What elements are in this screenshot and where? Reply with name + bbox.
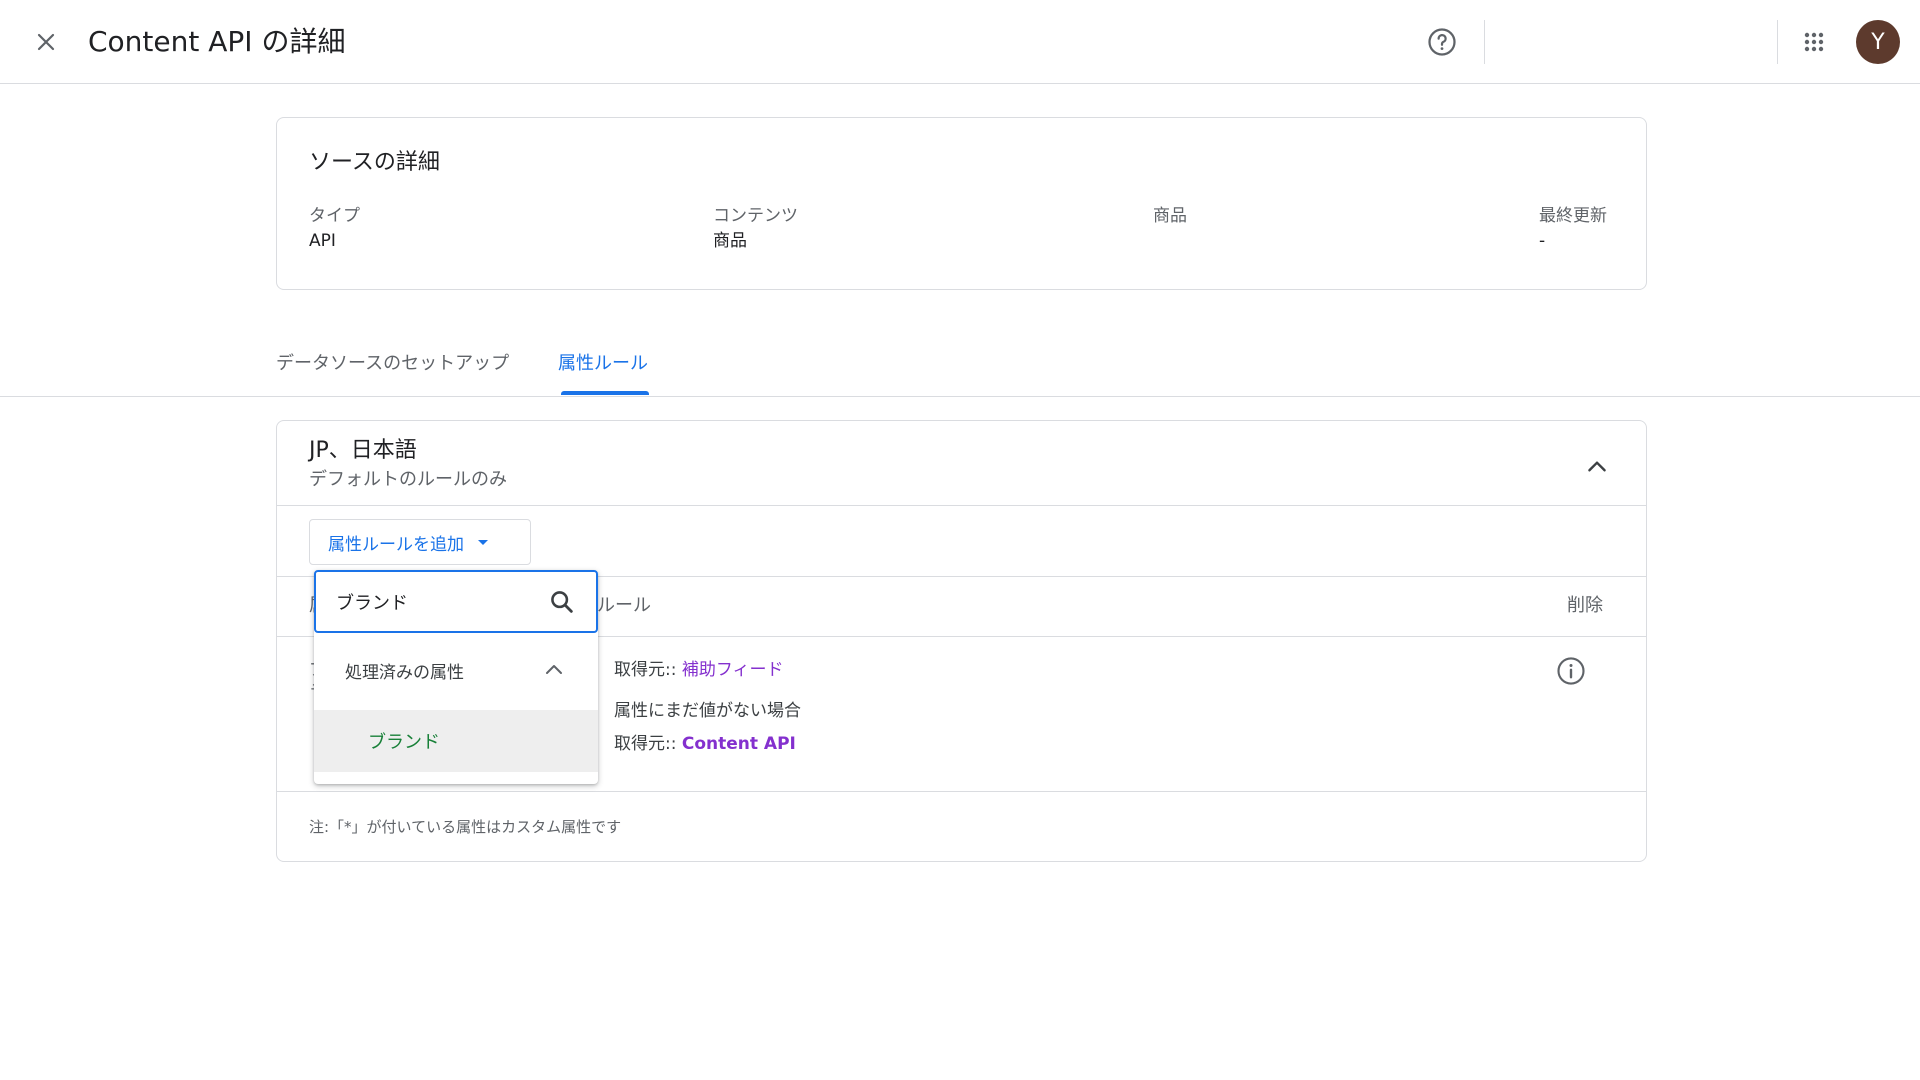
search-button[interactable]	[546, 586, 578, 618]
rule-fallback-line: 取得元:: Content API	[614, 731, 796, 757]
processed-attributes-group[interactable]: 処理済みの属性	[314, 646, 598, 694]
field-value: API	[309, 231, 336, 251]
field-label: タイプ	[309, 206, 360, 226]
top-app-bar: Content API の詳細 Y	[0, 0, 1920, 84]
toolbar-divider	[1484, 20, 1485, 64]
source-details-card: ソースの詳細 タイプ API コンテンツ 商品 商品 最終更新 -	[276, 117, 1647, 290]
content-api-link[interactable]: Content API	[682, 734, 796, 754]
tabs-divider	[0, 396, 1920, 397]
page-title: Content API の詳細	[88, 25, 346, 58]
info-icon	[1557, 657, 1585, 685]
rule-condition-text: 属性にまだ値がない場合	[614, 701, 801, 721]
info-button[interactable]	[1553, 653, 1589, 689]
help-circle-icon	[1428, 28, 1456, 56]
section-subtitle: デフォルトのルールのみ	[309, 469, 507, 490]
source-details-title: ソースの詳細	[309, 150, 440, 175]
supplemental-feed-link[interactable]: 補助フィード	[682, 660, 784, 680]
field-label: コンテンツ	[713, 206, 798, 226]
tab-data-source-setup[interactable]: データソースのセットアップ	[276, 350, 509, 378]
section-title: JP、日本語	[309, 438, 417, 463]
footnote: 注:「*」が付いている属性はカスタム属性です	[309, 818, 622, 836]
toolbar-divider	[1777, 20, 1778, 64]
chevron-up-icon	[540, 656, 568, 684]
field-type: タイプ API	[309, 204, 360, 254]
attribute-dropdown-menu: 処理済みの属性 ブランド	[314, 570, 598, 784]
dropdown-option-brand[interactable]: ブランド	[314, 710, 598, 772]
help-button[interactable]	[1420, 20, 1464, 64]
group-label: 処理済みの属性	[345, 662, 464, 683]
add-attribute-rule-button[interactable]: 属性ルールを追加	[309, 519, 531, 565]
attribute-search-input[interactable]	[336, 584, 536, 620]
active-tab-indicator	[561, 391, 649, 395]
field-label: 商品	[1153, 206, 1187, 226]
divider	[277, 791, 1646, 792]
divider	[277, 505, 1646, 506]
column-header-delete: 削除	[1567, 595, 1603, 616]
field-products: 商品	[1153, 204, 1187, 228]
field-content: コンテンツ 商品	[713, 204, 798, 254]
field-value: -	[1539, 231, 1546, 251]
chevron-up-icon	[1588, 461, 1606, 472]
field-last-updated: 最終更新 -	[1539, 204, 1607, 254]
rule-source-line: 取得元:: 補助フィード	[614, 657, 784, 683]
dropdown-caret-icon	[478, 539, 488, 545]
attribute-search-box	[314, 570, 598, 633]
rule-source-prefix: 取得元::	[614, 660, 677, 680]
collapse-button[interactable]	[1577, 447, 1617, 487]
close-icon	[37, 33, 55, 51]
account-avatar[interactable]: Y	[1856, 20, 1900, 64]
field-label: 最終更新	[1539, 206, 1607, 226]
close-button[interactable]	[26, 22, 66, 62]
add-attribute-rule-label: 属性ルールを追加	[328, 534, 464, 555]
apps-grid-icon	[1804, 32, 1824, 52]
field-value: 商品	[713, 231, 747, 251]
rule-source-prefix: 取得元::	[614, 734, 677, 754]
search-icon	[551, 591, 573, 613]
column-header-rule: ルール	[597, 595, 651, 616]
tab-attribute-rules[interactable]: 属性ルール	[558, 350, 648, 378]
apps-button[interactable]	[1792, 20, 1836, 64]
